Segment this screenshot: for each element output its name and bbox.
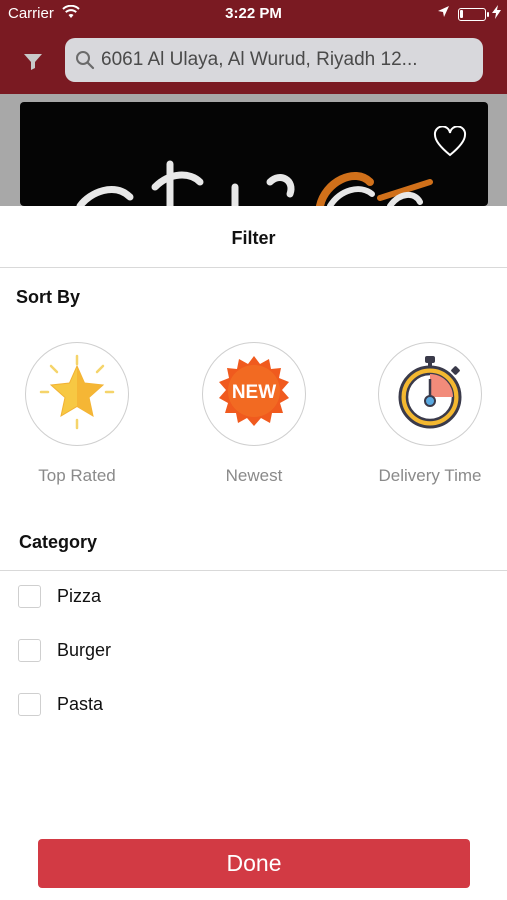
heart-icon[interactable] <box>433 125 467 158</box>
title-divider <box>0 267 507 268</box>
sort-delivery-time-button[interactable] <box>378 342 482 446</box>
location-arrow-icon <box>437 5 450 22</box>
done-button[interactable]: Done <box>38 839 470 888</box>
category-label: Pasta <box>57 694 104 714</box>
category-item-burger[interactable]: Burger <box>18 639 318 663</box>
status-bar: Carrier 3:22 PM <box>0 0 507 28</box>
sort-newest-button[interactable]: NEW <box>202 342 306 446</box>
search-icon <box>75 50 95 70</box>
filter-sheet: Filter Sort By Top Rated NEW Newest Deli… <box>0 206 507 900</box>
search-value: 6061 Al Ulaya, Al Wurud, Riyadh 12... <box>101 49 418 70</box>
nav-bar: 6061 Al Ulaya, Al Wurud, Riyadh 12... <box>0 28 507 94</box>
sort-top-rated-button[interactable] <box>25 342 129 446</box>
sort-option-label: Delivery Time <box>378 466 482 485</box>
category-checkbox[interactable] <box>18 693 41 716</box>
category-item-pasta[interactable]: Pasta <box>18 693 318 717</box>
sort-option-delivery-time[interactable]: Delivery Time <box>378 342 482 486</box>
sort-option-newest[interactable]: NEW Newest <box>202 342 306 486</box>
battery-icon <box>458 8 489 21</box>
sort-option-label: Newest <box>225 466 283 485</box>
sort-option-top-rated[interactable]: Top Rated <box>25 342 129 486</box>
sheet-title: Filter <box>231 228 276 248</box>
restaurant-logo-art <box>76 160 433 206</box>
stopwatch-icon <box>390 352 470 437</box>
search-input[interactable]: 6061 Al Ulaya, Al Wurud, Riyadh 12... <box>65 38 483 82</box>
star-icon <box>37 352 117 437</box>
filter-icon[interactable] <box>22 50 44 72</box>
sort-option-label: Top Rated <box>38 466 116 485</box>
new-badge-text: NEW <box>232 382 276 403</box>
status-time: 3:22 PM <box>225 5 282 22</box>
category-heading: Category <box>19 532 98 552</box>
category-checkbox[interactable] <box>18 585 41 608</box>
sort-by-heading: Sort By <box>16 287 81 307</box>
new-badge-icon: NEW <box>214 352 294 437</box>
category-label: Pizza <box>57 586 102 606</box>
category-item-pizza[interactable]: Pizza <box>18 585 318 609</box>
charging-icon <box>492 5 501 22</box>
category-checkbox[interactable] <box>18 639 41 662</box>
restaurant-banner-image <box>20 102 488 206</box>
category-divider <box>0 570 507 571</box>
category-label: Burger <box>57 640 112 660</box>
background-content <box>0 94 507 206</box>
